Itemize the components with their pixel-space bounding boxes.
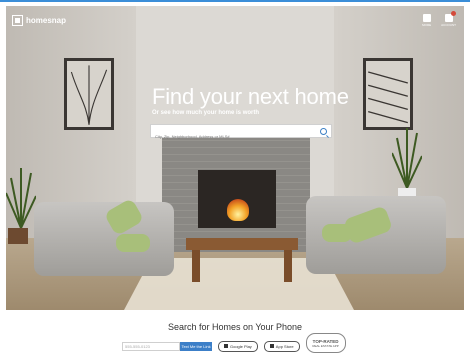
google-play-label: Google Play [230,343,252,349]
table-leg [284,250,292,282]
fire [227,199,249,221]
play-icon [224,344,228,348]
account-label: ACCOUNT [441,23,456,27]
hero-subheadline: Or see how much your home is worth [152,110,260,116]
more-label: MORE [422,23,432,27]
table-leg [192,250,200,282]
menu-icon [422,14,431,22]
app-download-row: 555-555-0123 Text Me the Link Google Pla… [122,333,346,353]
app-store-button[interactable]: App Store [263,340,300,352]
logo-icon [12,15,23,26]
top-rated-sub: REAL ESTATE APP [312,343,339,348]
top-accent-line [0,0,470,2]
phone-input[interactable]: 555-555-0123 [122,341,180,351]
search-icon[interactable] [320,128,327,135]
search-box [150,124,332,143]
top-rated-badge: TOP-RATED REAL ESTATE APP [305,333,346,353]
plant-right [391,128,423,189]
hero-headline: Find your next home [152,84,349,109]
app-store-label: App Store [275,343,294,349]
apple-icon [269,344,274,348]
text-me-link-button[interactable]: Text Me the Link [180,341,212,351]
account-icon [444,11,456,22]
search-input[interactable] [151,130,315,143]
logo-text: homesnap [26,16,67,25]
hero-background [6,6,464,310]
more-button[interactable]: MORE [422,14,431,27]
sofa-left [34,202,174,276]
google-play-button[interactable]: Google Play [218,340,258,352]
account-button[interactable]: ACCOUNT [441,11,456,27]
wall-art-right [363,58,413,130]
wall-art-left [64,58,114,130]
header-actions: MORE ACCOUNT [422,11,456,27]
coffee-table [186,238,298,250]
bottom-title: Search for Homes on Your Phone [167,322,303,332]
pillow [116,234,150,252]
plant-left [6,168,37,229]
notification-badge [450,11,456,16]
homesnap-logo[interactable]: homesnap [12,15,66,26]
pot-left [8,228,28,244]
